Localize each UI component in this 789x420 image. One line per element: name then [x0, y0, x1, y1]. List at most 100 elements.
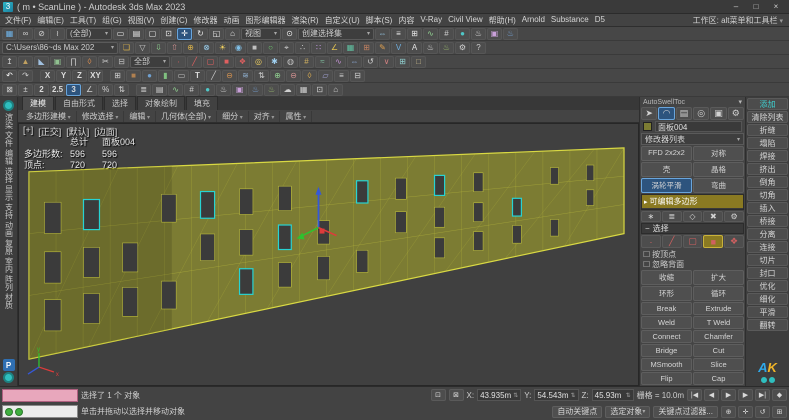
element-subobject-icon[interactable]: ❖: [724, 235, 744, 248]
redo-icon[interactable]: ↷: [18, 70, 33, 82]
ribbon-panel[interactable]: 属性: [280, 111, 312, 122]
auto-key-button[interactable]: 自动关键点: [552, 406, 602, 418]
cloud-render-icon[interactable]: ☁: [280, 84, 295, 96]
poly-edit-button[interactable]: Bridge: [641, 344, 692, 357]
poly-edit-button[interactable]: Cut: [693, 344, 744, 357]
ribbon-tab[interactable]: 建模: [22, 96, 54, 110]
export-icon[interactable]: ⇧: [167, 42, 182, 54]
ribbon-tab[interactable]: 选择: [104, 96, 136, 110]
menu-item[interactable]: Arnold: [519, 15, 548, 26]
poly-edit-button[interactable]: T Weld: [693, 316, 744, 329]
modifier-preset-button[interactable]: 弯曲: [693, 178, 744, 193]
polygon-mode-icon[interactable]: ■: [219, 56, 234, 68]
constraint-y-button[interactable]: Y: [56, 70, 71, 82]
poly-edit-button[interactable]: Weld: [641, 316, 692, 329]
import-icon[interactable]: ⇩: [151, 42, 166, 54]
left-toolbar-item[interactable]: 支持: [5, 202, 13, 220]
lock-selection-icon[interactable]: ⊠: [449, 389, 464, 401]
geometry-icon[interactable]: ■: [247, 42, 262, 54]
right-toolbar-item[interactable]: 平滑: [747, 306, 788, 318]
object-name-field[interactable]: 面板004: [655, 121, 742, 132]
hide-icon[interactable]: ◍: [283, 56, 298, 68]
close-button[interactable]: ×: [766, 0, 786, 13]
maximize-viewport-icon[interactable]: ⊞: [772, 406, 787, 418]
relax-icon[interactable]: ∿: [331, 56, 346, 68]
viewport[interactable]: xy [+][正交][默认][边面] 总计 面板004 多边形数:596596顶…: [18, 123, 639, 386]
uvw-map-icon[interactable]: ▦: [343, 42, 358, 54]
isolate-icon[interactable]: ◎: [251, 56, 266, 68]
rect-region-icon[interactable]: ▢: [145, 28, 160, 40]
camera-icon[interactable]: ◉: [231, 42, 246, 54]
modify-tab-icon[interactable]: ◠: [658, 107, 674, 120]
isolate-toggle-icon[interactable]: ⊡: [431, 389, 446, 401]
selection-tool-button[interactable]: 循环: [693, 286, 744, 301]
remove-modifier-icon[interactable]: ✖: [703, 211, 723, 222]
workspace-selector[interactable]: 工作区: alt菜单和工具栏: [689, 15, 787, 26]
vertex-mode-icon[interactable]: ∙: [171, 56, 186, 68]
menu-item[interactable]: D5: [592, 15, 608, 26]
previous-frame-icon[interactable]: ◀: [704, 389, 719, 401]
cut-icon[interactable]: ✂: [98, 56, 113, 68]
constraint-xy-button[interactable]: XY: [88, 70, 103, 82]
right-toolbar-item[interactable]: 焊接: [747, 150, 788, 162]
material-id-icon[interactable]: #: [299, 56, 314, 68]
left-toolbar-item[interactable]: 阵列: [5, 274, 13, 292]
loft-icon[interactable]: ≋: [238, 70, 253, 82]
constraint-x-button[interactable]: X: [40, 70, 55, 82]
freeze-icon[interactable]: ✱: [267, 56, 282, 68]
select-rotate-icon[interactable]: ↻: [193, 28, 208, 40]
spacing-tool-icon[interactable]: ∴: [295, 42, 310, 54]
next-frame-icon[interactable]: ▶: [738, 389, 753, 401]
snap-2d-button[interactable]: 2: [34, 84, 49, 96]
orbit-icon[interactable]: ↺: [755, 406, 770, 418]
material-editor-icon[interactable]: ●: [455, 28, 470, 40]
display-tab-icon[interactable]: ▣: [710, 107, 726, 120]
right-toolbar-item[interactable]: 插入: [747, 202, 788, 214]
modifier-preset-button[interactable]: 晶格: [693, 162, 744, 177]
round-tool-icon[interactable]: [3, 100, 14, 111]
teapot-iterative-icon[interactable]: ♨: [439, 42, 454, 54]
bevel-icon[interactable]: ▲: [18, 56, 33, 68]
menu-item[interactable]: 创建(C): [157, 15, 190, 26]
spinner-snap-icon[interactable]: ⇅: [114, 84, 129, 96]
arnold-icon[interactable]: A: [407, 42, 422, 54]
weld-icon[interactable]: ◊: [82, 56, 97, 68]
named-selection-dropdown[interactable]: 创建选择集: [298, 28, 374, 40]
normal-icon[interactable]: ⇅: [254, 70, 269, 82]
right-toolbar-item[interactable]: 优化: [747, 280, 788, 292]
grid-align-icon[interactable]: ⊟: [350, 70, 365, 82]
coord-y-field[interactable]: 54.543m: [534, 389, 578, 401]
toolbox-icon[interactable]: ⊞: [407, 28, 422, 40]
right-toolbar-item[interactable]: 清除列表: [747, 111, 788, 123]
left-toolbar-item[interactable]: 复原: [5, 238, 13, 256]
selection-tool-button[interactable]: 环形: [641, 286, 692, 301]
light-icon[interactable]: ☀: [215, 42, 230, 54]
utilities-tab-icon[interactable]: ⚙: [728, 107, 744, 120]
undo-icon[interactable]: ↶: [2, 70, 17, 82]
poly-edit-button[interactable]: Connect: [641, 330, 692, 343]
material-editor-2-icon[interactable]: ●: [200, 84, 215, 96]
ribbon-toggle-icon[interactable]: ▤: [152, 84, 167, 96]
menu-item[interactable]: 工具(T): [67, 15, 99, 26]
selection-tool-button[interactable]: 扩大: [693, 270, 744, 285]
object-color-swatch[interactable]: [643, 122, 652, 131]
selection-tool-button[interactable]: 收缩: [641, 270, 692, 285]
maxscript-listener-white[interactable]: [2, 405, 78, 418]
right-toolbar-item[interactable]: 挤出: [747, 163, 788, 175]
poly-edit-button[interactable]: Slice: [693, 358, 744, 371]
select-object-icon[interactable]: ▭: [113, 28, 128, 40]
hierarchy-tab-icon[interactable]: ▤: [676, 107, 692, 120]
align-icon[interactable]: ≡: [391, 28, 406, 40]
modifier-list-dropdown[interactable]: 修改器列表: [641, 133, 744, 145]
menu-item[interactable]: 编辑(E): [34, 15, 67, 26]
open-file-icon[interactable]: ❏: [119, 42, 134, 54]
menu-item[interactable]: 自定义(U): [322, 15, 363, 26]
selection-filter-dropdown[interactable]: (全部): [66, 28, 112, 40]
plane-icon[interactable]: ▭: [174, 70, 189, 82]
settings-icon[interactable]: ⚙: [455, 42, 470, 54]
go-to-start-icon[interactable]: |◀: [687, 389, 702, 401]
vertex-subobject-icon[interactable]: ∙: [641, 235, 661, 248]
app-icon[interactable]: 3: [3, 2, 13, 12]
scene-explorer-icon[interactable]: ▦: [2, 28, 17, 40]
unlink-icon[interactable]: ⊘: [34, 28, 49, 40]
